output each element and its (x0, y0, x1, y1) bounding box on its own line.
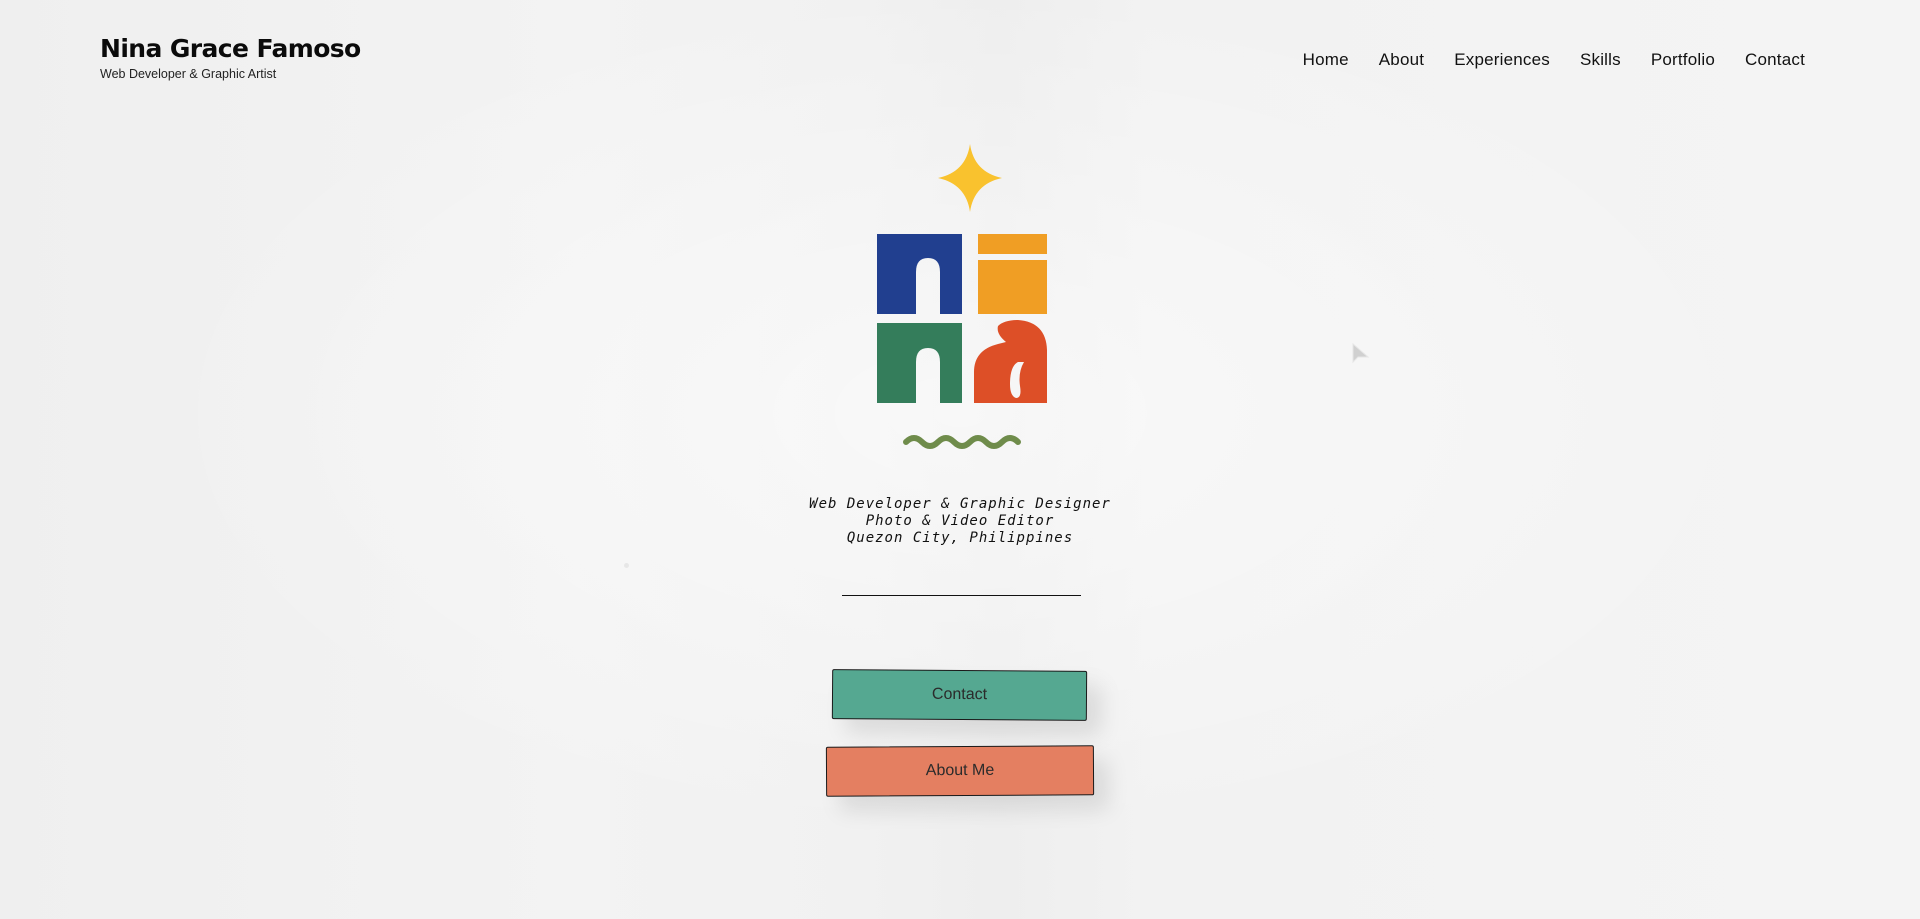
about-me-button[interactable]: About Me (825, 745, 1095, 797)
logo-letter-n-bottom (877, 323, 962, 403)
nav-home[interactable]: Home (1303, 50, 1349, 70)
mouse-cursor-icon (1352, 343, 1370, 364)
hero-divider (842, 595, 1081, 596)
nina-logo (877, 144, 1047, 449)
nav-skills[interactable]: Skills (1580, 50, 1621, 70)
site-tagline: Web Developer & Graphic Artist (100, 67, 277, 81)
nav-about[interactable]: About (1379, 50, 1424, 70)
hero-line-editor: Photo & Video Editor (865, 513, 1055, 529)
nav-portfolio[interactable]: Portfolio (1651, 50, 1715, 70)
star-icon (938, 144, 1002, 212)
site-title[interactable]: Nina Grace Famoso (100, 34, 361, 64)
nav-experiences[interactable]: Experiences (1454, 50, 1550, 70)
brand: Nina Grace Famoso Web Developer & Graphi… (100, 34, 361, 81)
wave-icon (903, 435, 1021, 449)
background-speck (624, 563, 629, 568)
logo-letter-i (978, 234, 1047, 314)
main-nav: Home About Experiences Skills Portfolio … (1303, 50, 1805, 70)
logo-letter-n-top (877, 234, 962, 314)
logo-letter-a (974, 320, 1047, 403)
hero-tagline: Web Developer & Graphic Designer Photo &… (660, 496, 1260, 547)
hero-line-location: Quezon City, Philippines (846, 530, 1074, 546)
hero-line-role: Web Developer & Graphic Designer (809, 496, 1111, 512)
nav-contact[interactable]: Contact (1745, 50, 1805, 70)
contact-button[interactable]: Contact (831, 669, 1088, 721)
